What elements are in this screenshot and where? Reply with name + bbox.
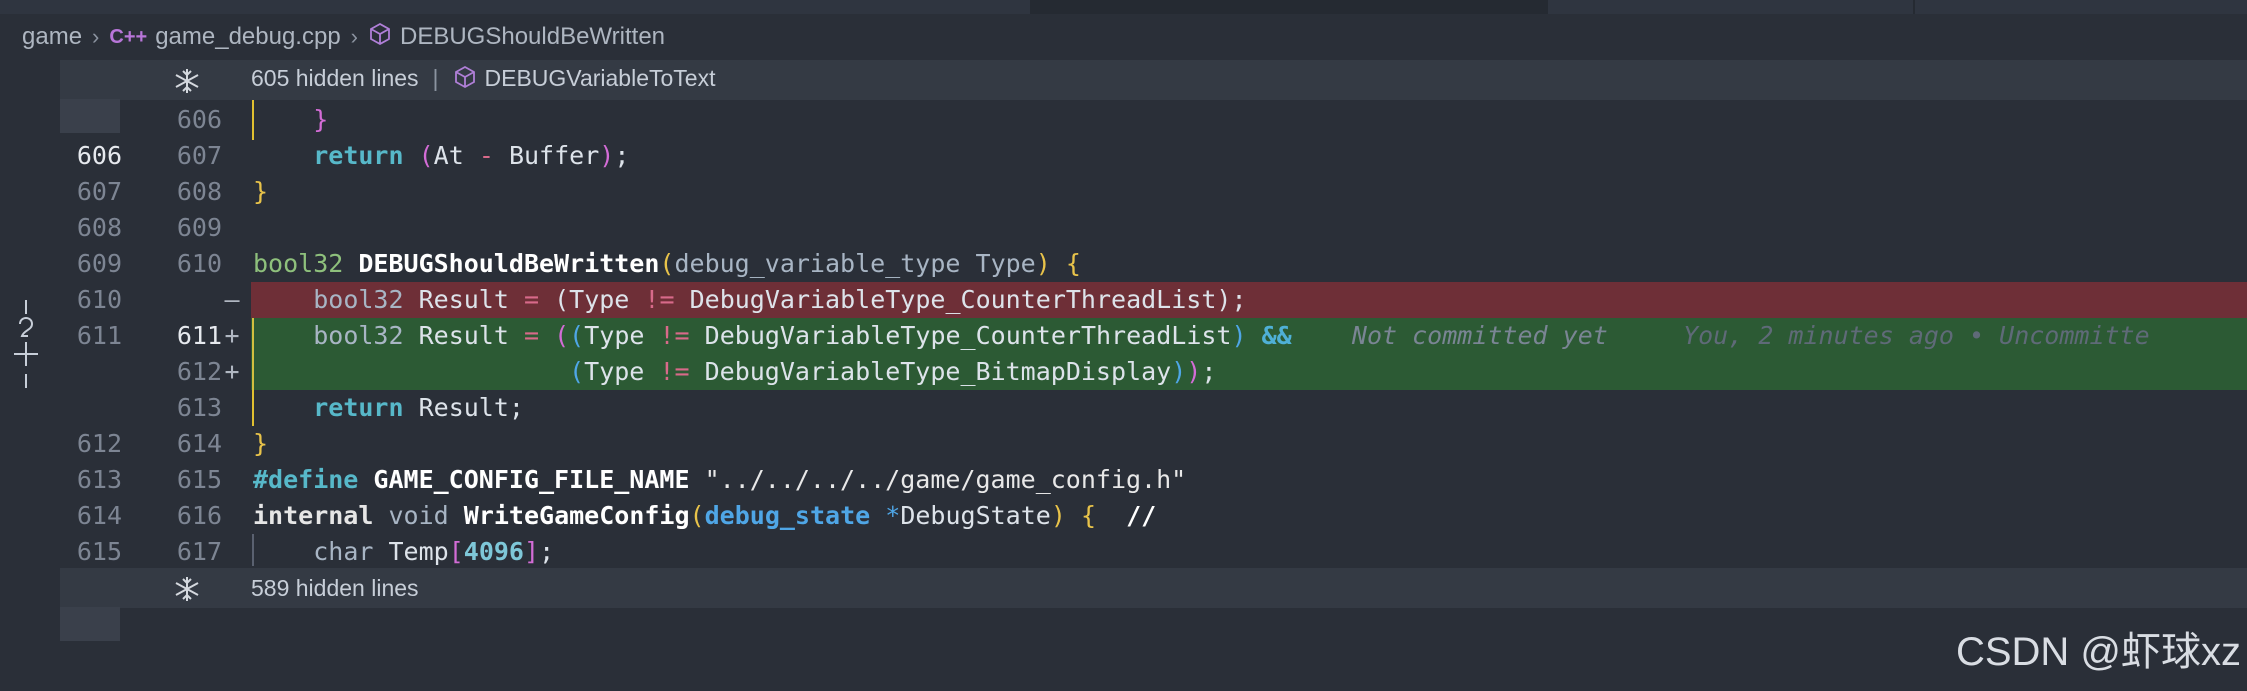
- code-line[interactable]: 613 615 #define GAME_CONFIG_FILE_NAME ".…: [0, 462, 2247, 498]
- code-text: (Type != DebugVariableType_BitmapDisplay…: [569, 357, 1217, 386]
- new-line-number: 614: [176, 429, 222, 458]
- fold-separator: |: [432, 65, 439, 92]
- new-line-number: 612: [176, 357, 222, 386]
- diff-removed-marker: —: [224, 285, 240, 314]
- code-line[interactable]: 612 614 }: [0, 426, 2247, 462]
- old-line-number: 611: [76, 321, 122, 350]
- diff-actions: [10, 300, 42, 404]
- new-line-number: 617: [176, 537, 222, 566]
- method-cube-icon: [453, 65, 477, 95]
- breadcrumb-item-file[interactable]: game_debug.cpp: [155, 23, 340, 51]
- code-line-deleted[interactable]: 610 — bool32 Result = (Type != DebugVari…: [0, 282, 2247, 318]
- unfold-icon[interactable]: [172, 66, 202, 96]
- code-text: return Result;: [313, 393, 524, 422]
- new-line-number: 607: [176, 141, 222, 170]
- breadcrumb-item-symbol[interactable]: DEBUGShouldBeWritten: [400, 23, 665, 51]
- diff-added-marker: +: [224, 357, 240, 386]
- hidden-lines-count: 605 hidden lines: [251, 65, 419, 92]
- blame-status: Not committed yet: [1351, 321, 1608, 350]
- code-text: }: [253, 177, 269, 206]
- fold-label: 589 hidden lines: [251, 574, 419, 601]
- indent-guide: [252, 534, 254, 566]
- unfold-icon[interactable]: [172, 574, 202, 604]
- old-line-number: 607: [76, 177, 122, 206]
- new-line-number: 610: [176, 249, 222, 278]
- indent-guide: [252, 318, 254, 390]
- fold-symbol-link[interactable]: DEBUGVariableToText: [485, 65, 716, 91]
- tab-strip-segment: [0, 0, 1030, 14]
- folded-region-bottom[interactable]: 589 hidden lines: [60, 568, 2247, 608]
- indent-guide: [252, 100, 254, 140]
- code-line[interactable]: 613 return Result;: [0, 390, 2247, 426]
- new-line-number: 613: [176, 393, 222, 422]
- fold-label: 605 hidden lines | DEBUGVariableToText: [251, 65, 715, 95]
- code-text: }: [313, 105, 329, 134]
- old-line-number: 606: [76, 141, 122, 170]
- code-line[interactable]: 608 609: [0, 210, 2247, 246]
- new-line-number: 615: [176, 465, 222, 494]
- old-line-number: 609: [76, 249, 122, 278]
- diff-empty-cell: [60, 607, 120, 641]
- code-text: internal void WriteGameConfig(debug_stat…: [253, 501, 1157, 530]
- code-text: }: [253, 429, 269, 458]
- new-line-number: 606: [176, 105, 222, 134]
- code-text: char Temp[4096];: [313, 537, 555, 566]
- code-line[interactable]: 614 616 internal void WriteGameConfig(de…: [0, 498, 2247, 534]
- indent-guide: [252, 390, 254, 426]
- code-line[interactable]: 609 610 bool32 DEBUGShouldBeWritten(debu…: [0, 246, 2247, 282]
- code-text: #define GAME_CONFIG_FILE_NAME "../../../…: [253, 465, 1187, 494]
- code-line[interactable]: 615 617 char Temp[4096];: [0, 534, 2247, 570]
- code-line-added[interactable]: 611 611 + bool32 Result = ((Type != Debu…: [0, 318, 2247, 354]
- new-line-number: 609: [176, 213, 222, 242]
- tab-bar: [0, 0, 2247, 14]
- method-cube-icon: [368, 22, 392, 53]
- old-line-number: 615: [76, 537, 122, 566]
- old-line-number: 608: [76, 213, 122, 242]
- code-text: return (At - Buffer);: [313, 141, 630, 170]
- new-line-number: 608: [176, 177, 222, 206]
- watermark: CSDN @虾球xz: [1955, 630, 2241, 674]
- old-line-number: 610: [76, 285, 122, 314]
- new-line-number: 611: [176, 321, 222, 350]
- old-line-number: 613: [76, 465, 122, 494]
- tab-strip-segment: [1548, 0, 1913, 14]
- code-line[interactable]: 607 608 }: [0, 174, 2247, 210]
- code-line[interactable]: 606 }: [0, 102, 2247, 138]
- old-line-number: 614: [76, 501, 122, 530]
- code-text: bool32 Result = ((Type != DebugVariableT…: [313, 321, 2150, 350]
- breadcrumb: game › C++ game_debug.cpp › DEBUGShouldB…: [0, 14, 2247, 60]
- code-line-added[interactable]: 612 + (Type != DebugVariableType_BitmapD…: [0, 354, 2247, 390]
- chevron-right-icon: ›: [350, 24, 358, 49]
- tab-strip-segment: [1915, 0, 2247, 14]
- diff-added-marker: +: [224, 321, 240, 350]
- code-text: bool32 Result = (Type != DebugVariableTy…: [313, 285, 1247, 314]
- cpp-file-icon: C++: [109, 25, 148, 48]
- chevron-right-icon: ›: [92, 24, 100, 49]
- new-line-number: 616: [176, 501, 222, 530]
- old-line-number: 612: [76, 429, 122, 458]
- code-line[interactable]: 606 607 return (At - Buffer);: [0, 138, 2247, 174]
- code-text: bool32 DEBUGShouldBeWritten(debug_variab…: [253, 249, 1081, 278]
- breadcrumb-item-folder[interactable]: game: [22, 23, 82, 51]
- blame-info[interactable]: You, 2 minutes ago • Uncommitte: [1683, 321, 2150, 350]
- folded-region-top[interactable]: 605 hidden lines | DEBUGVariableToText: [60, 60, 2247, 100]
